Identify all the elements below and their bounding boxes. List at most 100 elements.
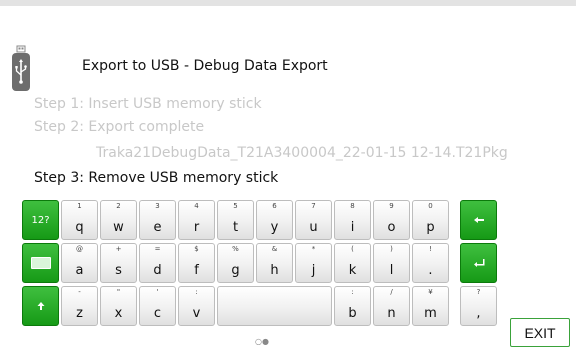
key-y[interactable]: 6y: [256, 200, 293, 240]
key-secondary: +: [115, 245, 122, 253]
key-primary: v: [192, 306, 201, 321]
top-bar: [0, 0, 576, 6]
key-period[interactable]: !.: [412, 243, 449, 283]
key-r[interactable]: 4r: [178, 200, 215, 240]
key-s[interactable]: + s: [100, 243, 137, 283]
keyboard-toggle-button[interactable]: [22, 243, 59, 283]
key-z[interactable]: -z: [61, 286, 98, 326]
page-indicator: ○●: [255, 337, 269, 346]
mode-key-button[interactable]: 12?: [22, 200, 59, 240]
key-d[interactable]: = d: [139, 243, 176, 283]
key-primary: o: [387, 220, 396, 235]
key-secondary: *: [311, 245, 316, 253]
key-secondary: /: [390, 288, 393, 296]
key-primary: ,: [476, 306, 481, 321]
key-secondary: 6: [272, 202, 277, 210]
step-2-text: Step 2: Export complete: [34, 119, 205, 135]
key-secondary: =: [154, 245, 161, 253]
key-a[interactable]: @ a: [61, 243, 98, 283]
key-k[interactable]: (k: [334, 243, 371, 283]
key-f[interactable]: $ f: [178, 243, 215, 283]
key-secondary: 3: [155, 202, 160, 210]
enter-button[interactable]: [460, 243, 497, 283]
key-m[interactable]: ¥ m: [412, 286, 449, 326]
key-secondary: 1: [77, 202, 82, 210]
key-u[interactable]: 7u: [295, 200, 332, 240]
key-secondary: ): [390, 245, 393, 253]
key-v[interactable]: :v: [178, 286, 215, 326]
key-g[interactable]: % g: [217, 243, 254, 283]
key-primary: c: [153, 306, 162, 321]
key-primary: d: [153, 263, 162, 278]
key-secondary: ': [156, 288, 159, 296]
key-secondary: 2: [116, 202, 121, 210]
key-n[interactable]: / n: [373, 286, 410, 326]
key-secondary: ": [116, 288, 121, 296]
key-primary: g: [231, 263, 240, 278]
key-primary: u: [309, 220, 318, 235]
step-1-text: Step 1: Insert USB memory stick: [34, 96, 262, 112]
key-c[interactable]: ' c: [139, 286, 176, 326]
key-p[interactable]: 0p: [412, 200, 449, 240]
key-secondary: 8: [350, 202, 355, 210]
spacebar-key[interactable]: [217, 286, 332, 326]
key-secondary: 9: [389, 202, 394, 210]
key-primary: x: [114, 306, 123, 321]
key-l[interactable]: ) l: [373, 243, 410, 283]
enter-arrow-icon: [473, 259, 484, 267]
key-i[interactable]: 8i: [334, 200, 371, 240]
key-primary: r: [193, 220, 200, 235]
export-filename: Traka21DebugData_T21A3400004_22-01-15 12…: [96, 145, 508, 161]
key-primary: i: [350, 220, 355, 235]
key-secondary: -: [78, 288, 81, 296]
key-secondary: ¥: [428, 288, 433, 296]
key-secondary: (: [351, 245, 354, 253]
key-w[interactable]: 2w: [100, 200, 137, 240]
key-secondary: :: [195, 288, 198, 296]
key-b[interactable]: :b: [334, 286, 371, 326]
exit-button[interactable]: EXIT: [510, 318, 570, 347]
key-primary: e: [153, 220, 162, 235]
key-secondary: $: [194, 245, 199, 253]
keyboard-icon: [30, 257, 51, 269]
backspace-arrow-icon: [473, 217, 484, 223]
shift-arrow-icon: [37, 302, 44, 310]
key-secondary: %: [232, 245, 239, 253]
key-secondary: !: [429, 245, 432, 253]
key-comma[interactable]: ?,: [460, 286, 497, 326]
key-secondary: 7: [311, 202, 316, 210]
usb-stick-icon: [12, 45, 30, 91]
mode-key-label: 12?: [31, 214, 50, 226]
key-secondary: :: [351, 288, 354, 296]
key-primary: n: [387, 306, 396, 321]
key-primary: p: [426, 220, 435, 235]
key-primary: .: [428, 263, 433, 278]
key-e[interactable]: 3e: [139, 200, 176, 240]
key-primary: j: [311, 263, 316, 278]
key-primary: q: [75, 220, 84, 235]
key-primary: y: [270, 220, 279, 235]
key-secondary: 5: [233, 202, 238, 210]
key-j[interactable]: * j: [295, 243, 332, 283]
key-primary: w: [113, 220, 124, 235]
key-primary: a: [75, 263, 84, 278]
key-primary: m: [424, 306, 437, 321]
key-primary: z: [76, 306, 83, 321]
step-3-text: Step 3: Remove USB memory stick: [34, 170, 279, 186]
key-secondary: ?: [476, 288, 481, 296]
backspace-button[interactable]: [460, 200, 497, 240]
key-primary: k: [348, 263, 357, 278]
key-secondary: @: [76, 245, 83, 253]
key-primary: l: [389, 263, 394, 278]
key-primary: s: [115, 263, 122, 278]
key-t[interactable]: 5t: [217, 200, 254, 240]
shift-button[interactable]: [22, 286, 59, 326]
key-h[interactable]: & h: [256, 243, 293, 283]
key-o[interactable]: 9o: [373, 200, 410, 240]
key-secondary: &: [271, 245, 278, 253]
key-q[interactable]: 1q: [61, 200, 98, 240]
exit-button-label: EXIT: [524, 324, 556, 341]
key-x[interactable]: " x: [100, 286, 137, 326]
key-primary: t: [232, 220, 239, 235]
key-primary: f: [194, 263, 199, 278]
